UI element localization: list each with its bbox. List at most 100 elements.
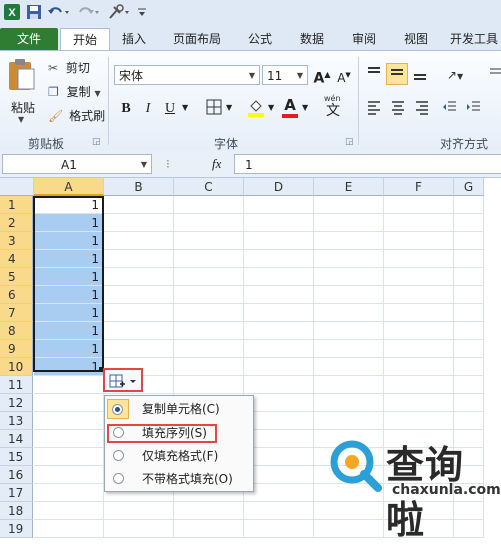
cell-b18[interactable] (104, 502, 174, 520)
row-header-7[interactable]: 7 (0, 304, 33, 322)
cell-e7[interactable] (314, 304, 384, 322)
cell-a5[interactable]: 1 (34, 268, 104, 286)
tab-developer[interactable]: 开发工具 (444, 28, 501, 50)
cell-e3[interactable] (314, 232, 384, 250)
cell-a11[interactable] (34, 376, 104, 394)
cell-a7[interactable]: 1 (34, 304, 104, 322)
font-name-dropdown-icon[interactable]: ▼ (249, 66, 255, 86)
row-header-16[interactable]: 16 (0, 466, 33, 484)
cell-b2[interactable] (104, 214, 174, 232)
cell-a10[interactable]: 1 (34, 358, 104, 376)
cell-f9[interactable] (384, 340, 454, 358)
cell-d2[interactable] (244, 214, 314, 232)
bold-button[interactable]: B (116, 99, 136, 119)
increase-font-size-button[interactable]: A▲ (312, 65, 332, 87)
cell-g1[interactable] (454, 196, 484, 214)
cell-a3[interactable]: 1 (34, 232, 104, 250)
cell-c9[interactable] (174, 340, 244, 358)
cell-d11[interactable] (244, 376, 314, 394)
increase-indent-button[interactable] (464, 99, 484, 119)
tab-home[interactable]: 开始 (60, 28, 110, 51)
italic-button[interactable]: I (138, 99, 158, 119)
cell-d13[interactable] (244, 412, 314, 430)
cell-f7[interactable] (384, 304, 454, 322)
cell-d14[interactable] (244, 430, 314, 448)
row-header-14[interactable]: 14 (0, 430, 33, 448)
cell-g13[interactable] (454, 412, 484, 430)
cell-e11[interactable] (314, 376, 384, 394)
format-painter-button[interactable]: 🖌 格式刷 (48, 107, 105, 125)
align-bottom-button[interactable] (410, 65, 430, 85)
cell-f2[interactable] (384, 214, 454, 232)
row-header-12[interactable]: 12 (0, 394, 33, 412)
cell-b9[interactable] (104, 340, 174, 358)
save-icon[interactable] (26, 3, 42, 21)
name-box[interactable]: A1 ▼ (2, 154, 152, 174)
row-header-11[interactable]: 11 (0, 376, 33, 394)
cell-d17[interactable] (244, 484, 314, 502)
row-header-17[interactable]: 17 (0, 484, 33, 502)
cell-a9[interactable]: 1 (34, 340, 104, 358)
cell-f1[interactable] (384, 196, 454, 214)
cell-f11[interactable] (384, 376, 454, 394)
row-header-1[interactable]: 1 (0, 196, 33, 214)
undo-icon[interactable] (46, 3, 70, 21)
cell-b7[interactable] (104, 304, 174, 322)
align-center-button[interactable] (388, 99, 408, 119)
cell-d5[interactable] (244, 268, 314, 286)
align-right-button[interactable] (412, 99, 432, 119)
formula-input[interactable]: 1 (234, 154, 501, 174)
menu-item-fill-formatting-only[interactable]: 仅填充格式(F) (105, 445, 253, 467)
name-box-dropdown-icon[interactable]: ▼ (141, 155, 147, 175)
cell-f3[interactable] (384, 232, 454, 250)
column-header-d[interactable]: D (244, 178, 314, 196)
fill-color-dropdown-icon[interactable]: ▼ (268, 103, 274, 112)
cell-g9[interactable] (454, 340, 484, 358)
align-middle-button[interactable] (386, 63, 408, 85)
cell-c3[interactable] (174, 232, 244, 250)
cell-a4[interactable]: 1 (34, 250, 104, 268)
fill-color-button[interactable] (246, 97, 266, 117)
cell-g2[interactable] (454, 214, 484, 232)
cell-f4[interactable] (384, 250, 454, 268)
cell-g4[interactable] (454, 250, 484, 268)
cell-a14[interactable] (34, 430, 104, 448)
cell-b5[interactable] (104, 268, 174, 286)
row-header-3[interactable]: 3 (0, 232, 33, 250)
cell-d4[interactable] (244, 250, 314, 268)
cell-d3[interactable] (244, 232, 314, 250)
cell-d16[interactable] (244, 466, 314, 484)
cell-d7[interactable] (244, 304, 314, 322)
cell-c10[interactable] (174, 358, 244, 376)
tab-page-layout[interactable]: 页面布局 (166, 28, 228, 50)
cell-a15[interactable] (34, 448, 104, 466)
cell-g8[interactable] (454, 322, 484, 340)
cell-c5[interactable] (174, 268, 244, 286)
underline-button[interactable]: U (160, 99, 180, 119)
cell-d15[interactable] (244, 448, 314, 466)
font-name-field[interactable]: 宋体 ▼ (114, 65, 260, 85)
font-size-field[interactable]: 11 ▼ (262, 65, 308, 85)
font-size-dropdown-icon[interactable]: ▼ (297, 66, 303, 86)
row-header-6[interactable]: 6 (0, 286, 33, 304)
redo-icon[interactable] (76, 3, 100, 21)
cell-a18[interactable] (34, 502, 104, 520)
cell-d8[interactable] (244, 322, 314, 340)
cell-g5[interactable] (454, 268, 484, 286)
tab-insert[interactable]: 插入 (114, 28, 154, 50)
cell-d6[interactable] (244, 286, 314, 304)
cell-c8[interactable] (174, 322, 244, 340)
insert-function-button[interactable]: fx (212, 156, 221, 172)
cell-d10[interactable] (244, 358, 314, 376)
cell-e4[interactable] (314, 250, 384, 268)
column-header-a[interactable]: A (34, 178, 104, 196)
cell-a6[interactable]: 1 (34, 286, 104, 304)
borders-button[interactable] (204, 99, 224, 119)
cell-b4[interactable] (104, 250, 174, 268)
tab-data[interactable]: 数据 (292, 28, 332, 50)
paste-button[interactable]: 粘贴 ▼ (6, 57, 40, 127)
cell-b3[interactable] (104, 232, 174, 250)
cell-e6[interactable] (314, 286, 384, 304)
copy-button[interactable]: ❐ 复制 ▼ (48, 83, 101, 101)
row-header-4[interactable]: 4 (0, 250, 33, 268)
